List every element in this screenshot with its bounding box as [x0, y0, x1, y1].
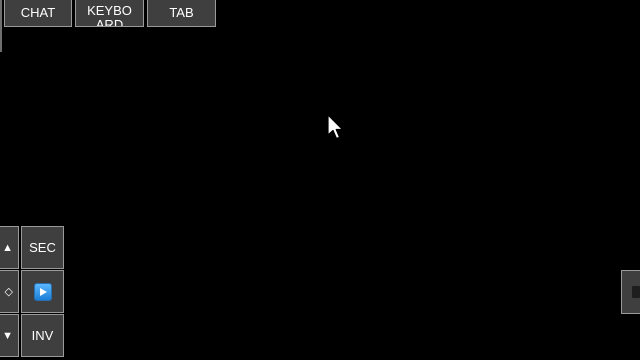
- move-up-button[interactable]: ▲: [0, 226, 19, 269]
- down-arrow-icon: ▼: [2, 330, 13, 342]
- left-arrow-icon: ◇: [4, 286, 13, 298]
- keyboard-button-label: KEYBOARD: [87, 3, 132, 27]
- up-arrow-icon: ▲: [2, 242, 13, 254]
- move-left-button[interactable]: ◇: [0, 270, 19, 313]
- sec-button[interactable]: SEC: [21, 226, 64, 269]
- keyboard-button[interactable]: KEYBOARD: [75, 0, 144, 27]
- right-edge-item-icon: [632, 286, 640, 298]
- play-icon: [33, 282, 52, 301]
- left-edge-divider: [0, 0, 2, 52]
- move-down-button[interactable]: ▼: [0, 314, 19, 357]
- tab-button-label: TAB: [169, 4, 194, 20]
- tab-button[interactable]: TAB: [147, 0, 216, 27]
- chat-button[interactable]: CHAT: [4, 0, 72, 27]
- sec-button-label: SEC: [29, 239, 56, 255]
- mouse-cursor-icon: [327, 114, 344, 140]
- play-button[interactable]: [21, 270, 64, 313]
- right-edge-button[interactable]: [621, 270, 640, 314]
- inv-button-label: INV: [31, 327, 54, 343]
- game-screen[interactable]: CHAT KEYBOARD TAB ▲ ◇ ▼ SEC INV: [0, 0, 640, 360]
- inventory-button[interactable]: INV: [21, 314, 64, 357]
- chat-button-label: CHAT: [20, 4, 56, 20]
